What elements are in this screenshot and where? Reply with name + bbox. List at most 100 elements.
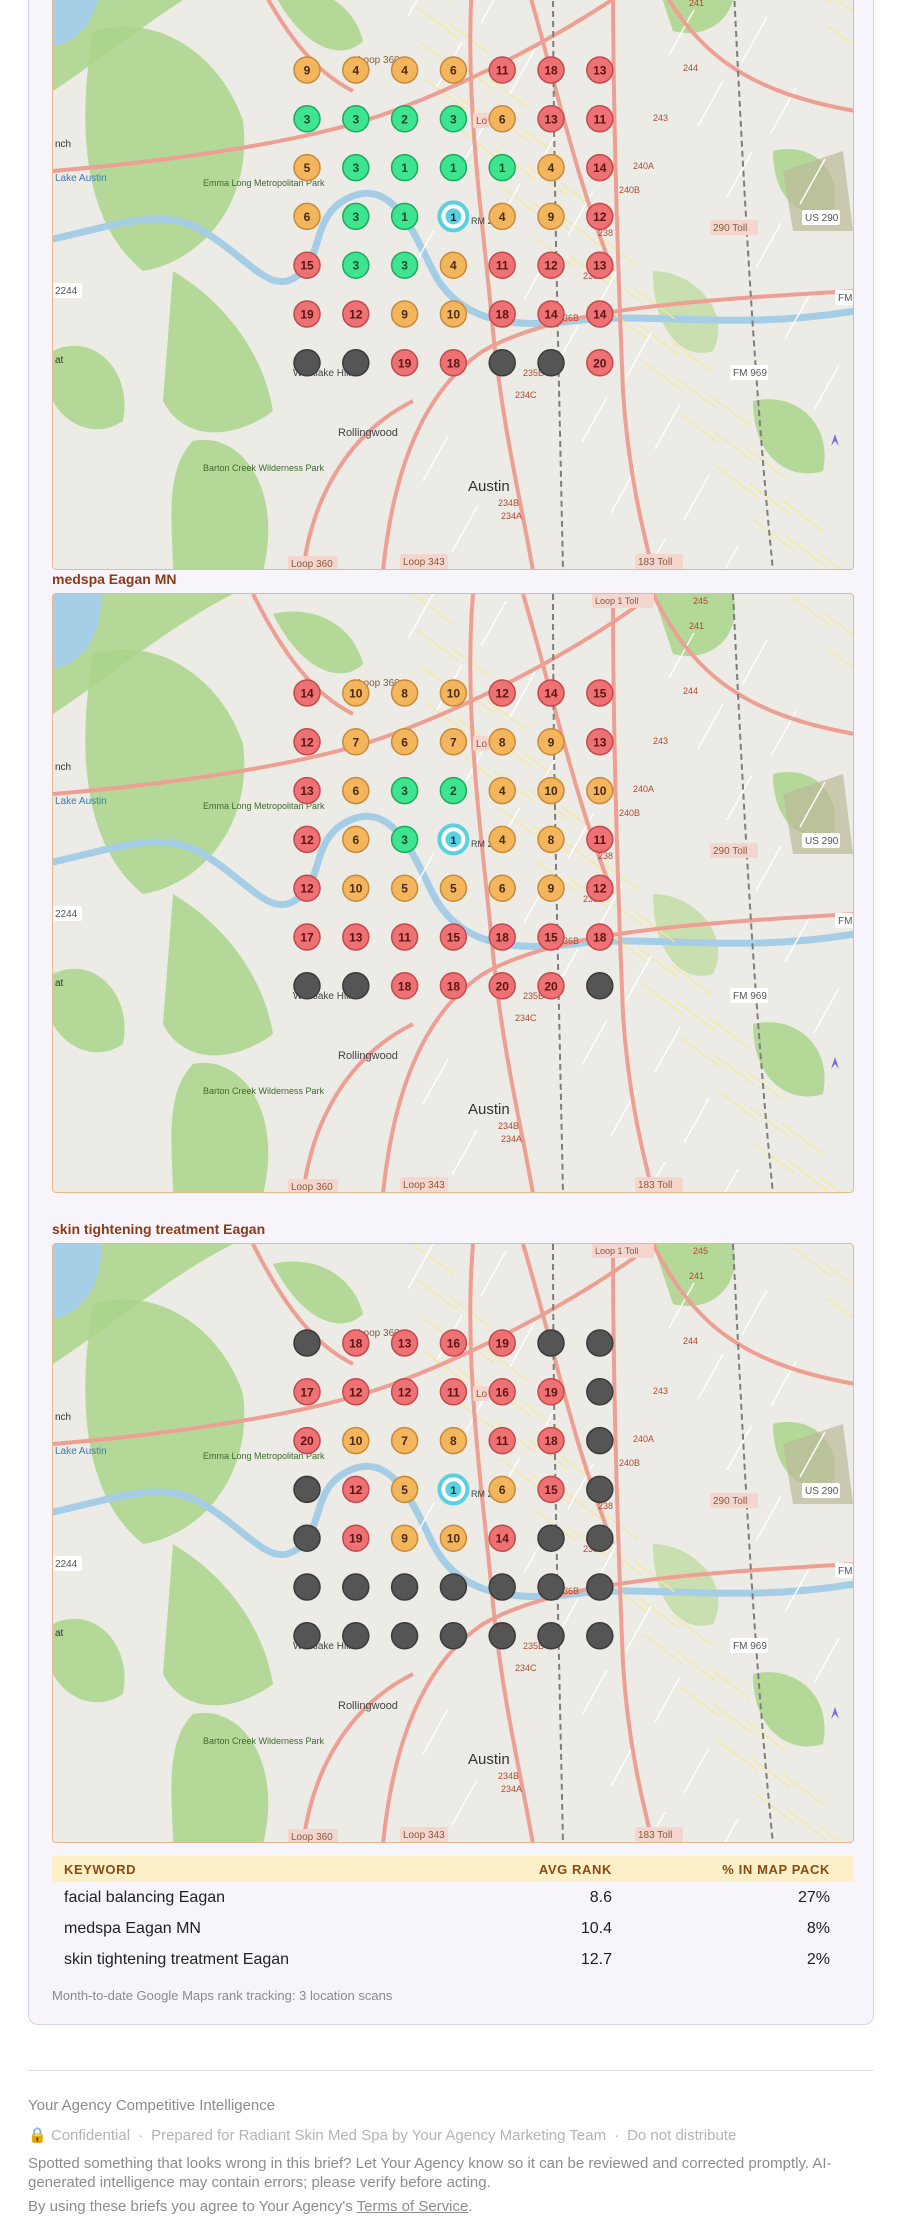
rank-value: 20 [300, 1434, 314, 1448]
footer-meta: 🔒 Confidential · Prepared for Radiant Skin… [28, 2127, 737, 2144]
rank-value: 6 [499, 1483, 506, 1497]
rank-marker: 12 [586, 202, 614, 231]
map-label: nch [55, 139, 71, 150]
map-pack-cell: 8% [806, 1919, 830, 1937]
rank-marker: 11 [488, 251, 516, 279]
rank-marker: 1 [437, 1473, 470, 1506]
rank-value: 12 [300, 735, 314, 749]
rank-marker: 8 [439, 1426, 468, 1455]
rank-value: 12 [544, 259, 558, 273]
rank-value: 3 [352, 210, 359, 224]
rank-value: 3 [401, 833, 408, 847]
map-label: 183 Toll [638, 557, 672, 568]
header-keyword: KEYWORD [64, 1861, 137, 1877]
map-label: FM 969 [733, 368, 767, 379]
map-label: FM [838, 1566, 852, 1577]
rank-marker [293, 1475, 321, 1504]
rank-marker: 18 [342, 1329, 370, 1357]
rank-map-skin-tightening[interactable]: Austin Rollingwood Westlake Hills Loop 360 L… [52, 1243, 854, 1843]
rank-marker: 3 [342, 251, 370, 279]
rank-value: 3 [352, 161, 359, 175]
map-label: 241 [689, 1271, 704, 1281]
rank-value: 13 [593, 64, 607, 78]
avg-rank-cell: 8.6 [589, 1888, 612, 1906]
map-label: FM [838, 293, 852, 304]
rank-value: 3 [304, 112, 311, 126]
rank-map-medspa[interactable]: Austin Rollingwood Westlake Hills Loop 360 L… [52, 593, 854, 1193]
keyword-cell: facial balancing Eagan [64, 1888, 226, 1906]
rank-marker [537, 349, 565, 377]
map-label: Barton Creek Wilderness Park [203, 463, 325, 473]
rank-value: 15 [300, 259, 314, 273]
map-label: 183 Toll [638, 1180, 672, 1191]
footer-divider [28, 2070, 874, 2071]
rank-marker: 14 [586, 153, 614, 182]
rank-value: 18 [544, 1434, 558, 1448]
rank-marker [293, 349, 321, 377]
rank-value: 5 [401, 1483, 408, 1497]
footer-warning: Spotted something that looks wrong in th… [28, 2155, 832, 2191]
map-label: Loop 360 [291, 559, 333, 570]
map-label: 240A [633, 784, 654, 794]
map-label: FM 969 [733, 991, 767, 1002]
rank-value: 11 [496, 259, 509, 273]
map-label: 245 [693, 1246, 708, 1256]
rank-value: 10 [447, 687, 461, 701]
rank-marker [293, 972, 321, 1000]
map-label: Lo [476, 739, 488, 750]
rank-marker: 20 [586, 349, 614, 377]
map-label: Lo [476, 116, 488, 127]
rank-marker: 12 [293, 874, 321, 902]
map-title-medspa: medspa Eagan MN [52, 571, 177, 587]
rank-value: 9 [548, 735, 555, 749]
rank-value: 8 [401, 687, 408, 701]
rank-marker: 13 [293, 776, 321, 805]
rank-value: 18 [593, 931, 607, 945]
rank-value: 15 [593, 687, 607, 701]
rank-marker: 10 [537, 776, 565, 805]
map-label: 234B [498, 1771, 519, 1781]
rank-value: 1 [450, 1485, 456, 1497]
rank-value: 13 [593, 735, 607, 749]
terms-of-service-link[interactable]: Terms of Service [357, 2198, 469, 2215]
rank-map-facial-balancing[interactable]: Austin Rollingwood Westlake Hills Loop 360 L… [52, 0, 854, 570]
rank-marker: 9 [390, 300, 419, 328]
rank-value: 6 [352, 833, 359, 847]
rank-marker: 5 [439, 874, 468, 902]
rank-marker: 6 [390, 728, 419, 756]
rank-marker: 12 [342, 300, 370, 328]
rank-marker: 15 [537, 923, 565, 951]
map-label: US 290 [805, 836, 839, 847]
rank-marker: 3 [390, 776, 419, 805]
prepared-label: Prepared for Radiant Skin Med Spa by You… [151, 2127, 607, 2144]
rank-marker: 6 [488, 874, 516, 902]
rank-value: 16 [447, 1337, 461, 1351]
rank-value: 10 [349, 882, 363, 896]
rank-value: 10 [349, 1434, 363, 1448]
rank-value: 13 [398, 1337, 412, 1351]
rank-value: 3 [352, 112, 359, 126]
map-label: 183 Toll [638, 1830, 672, 1841]
rank-marker [293, 1573, 321, 1601]
rank-marker: 15 [293, 251, 321, 279]
rank-value: 5 [401, 882, 408, 896]
rank-marker: 5 [390, 874, 419, 902]
rank-marker: 6 [488, 105, 516, 133]
rank-marker [439, 1573, 468, 1601]
header-map-pack: % IN MAP PACK [722, 1861, 830, 1877]
rank-marker: 4 [488, 202, 516, 231]
rank-value: 11 [496, 64, 509, 78]
map-label: Loop 343 [403, 557, 445, 568]
rank-marker [586, 1573, 614, 1601]
rank-marker [342, 972, 370, 1000]
rank-marker [390, 1573, 419, 1601]
rank-value: 5 [304, 161, 311, 175]
rank-marker [537, 1524, 565, 1552]
map-label: Lake Austin [55, 173, 107, 184]
rank-circle [293, 972, 321, 1000]
rank-marker: 19 [293, 300, 321, 328]
rank-value: 12 [300, 882, 314, 896]
rank-value: 19 [349, 1532, 363, 1546]
rank-circle [342, 1573, 370, 1601]
rank-marker: 12 [293, 728, 321, 756]
